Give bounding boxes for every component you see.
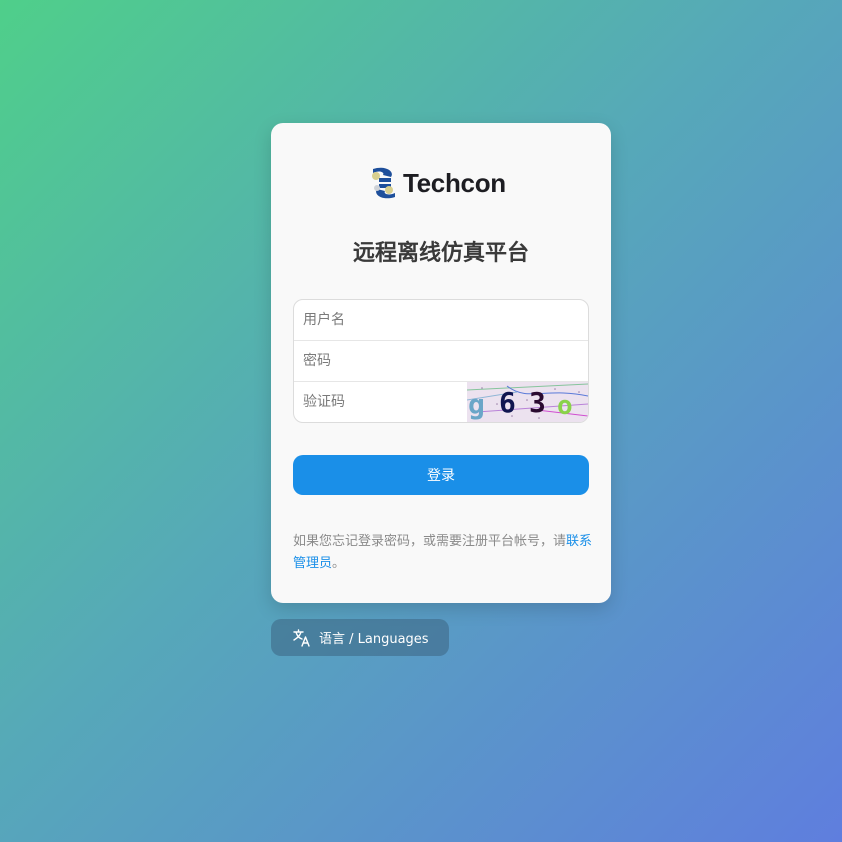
language-label: 语言 / Languages [319, 632, 429, 647]
page-title: 远程离线仿真平台 [352, 241, 529, 266]
password-input[interactable] [294, 341, 588, 381]
username-row [294, 300, 588, 341]
login-card: Techcon 远程离线仿真平台 用户名 验证码 g 6 3 o 登录 如果您忘… [271, 123, 611, 603]
captcha-char-1: g [468, 388, 485, 421]
login-button[interactable]: 登录 [293, 455, 589, 495]
captcha-image[interactable]: g 6 3 o [467, 382, 588, 422]
help-note-suffix: 。 [332, 556, 346, 571]
techcon-logo: Techcon [369, 163, 506, 203]
techcon-logo-icon [372, 167, 395, 199]
captcha-row: g 6 3 o [294, 382, 588, 422]
username-input[interactable] [294, 300, 588, 340]
help-note: 如果您忘记登录密码，或需要注册平台帐号，请联系管理员。 [293, 531, 593, 575]
login-form: g 6 3 o [293, 299, 589, 423]
help-note-text: 如果您忘记登录密码，或需要注册平台帐号，请 [293, 534, 567, 549]
captcha-char-2: 6 [499, 386, 516, 419]
captcha-char-4: o [557, 391, 573, 421]
logo-wordmark: Techcon [403, 167, 506, 198]
password-row [294, 341, 588, 382]
language-button[interactable]: 语言 / Languages [271, 619, 449, 656]
translate-icon [293, 628, 310, 647]
captcha-char-3: 3 [529, 386, 546, 419]
captcha-input[interactable] [294, 382, 469, 422]
